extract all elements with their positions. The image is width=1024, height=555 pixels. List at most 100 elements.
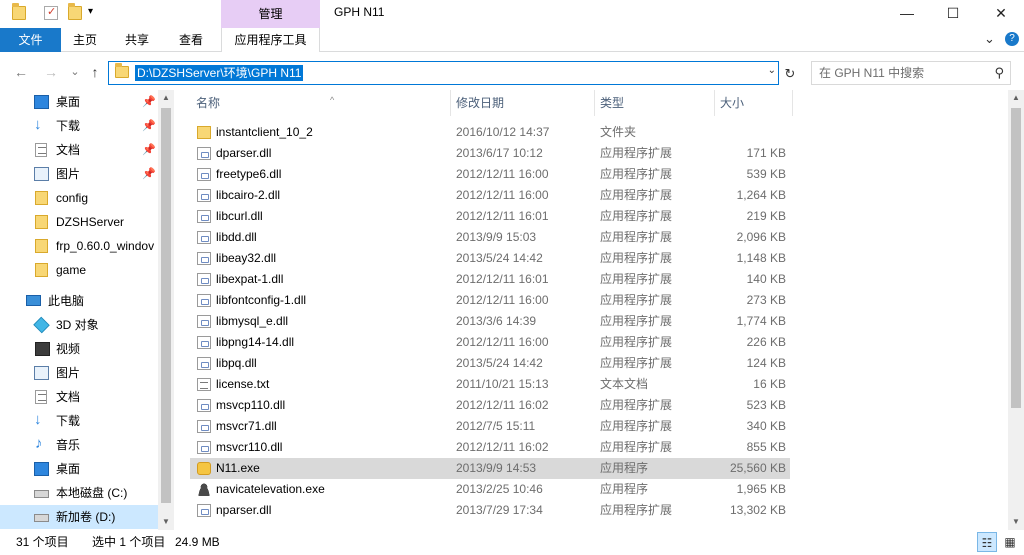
nav-item-downloads[interactable]: ↓ 下载 📌 <box>0 114 158 138</box>
back-button[interactable]: ← <box>12 63 30 81</box>
file-list-scroll-thumb[interactable] <box>1011 108 1021 408</box>
file-row[interactable]: license.txt 2011/10/21 15:13 文本文档 16 KB <box>190 374 790 395</box>
nav-item-documents-pc[interactable]: 文档 <box>0 385 158 409</box>
file-row[interactable]: libexpat-1.dll 2012/12/11 16:01 应用程序扩展 140 … <box>190 269 790 290</box>
tab-file[interactable]: 文件 <box>0 28 61 52</box>
file-type: 文本文档 <box>600 377 649 391</box>
nav-item-pictures[interactable]: 图片 📌 <box>0 162 158 186</box>
column-header-name[interactable]: 名称 ^ <box>190 90 450 116</box>
address-bar[interactable]: D:\DZSHServer\环境\GPH N11 ⌄ <box>108 61 779 85</box>
file-size: 1,965 KB <box>736 482 786 496</box>
nav-item-drive-d[interactable]: 新加卷 (D:) <box>0 505 158 529</box>
nav-item-pictures-pc[interactable]: 图片 <box>0 361 158 385</box>
minimize-button[interactable]: — <box>884 0 930 28</box>
file-row[interactable]: msvcr71.dll 2012/7/5 15:11 应用程序扩展 340 KB <box>190 416 790 437</box>
close-button[interactable]: ✕ <box>978 0 1024 28</box>
column-header-date[interactable]: 修改日期 <box>450 90 594 116</box>
folder-icon <box>115 63 129 78</box>
expand-ribbon-icon[interactable]: ⌄ <box>984 31 995 47</box>
nav-item-label: DZSHServer <box>56 215 125 229</box>
search-input[interactable] <box>812 62 988 84</box>
large-icons-view-button[interactable]: ▦ <box>1000 532 1020 552</box>
nav-item-videos[interactable]: 视频 <box>0 337 158 361</box>
search-icon[interactable]: ⚲ <box>994 65 1004 81</box>
nav-item-label: 3D 对象 <box>56 318 99 332</box>
tab-home[interactable]: 主页 <box>62 28 108 52</box>
scroll-up-icon[interactable]: ▲ <box>1008 90 1024 106</box>
nav-item-music[interactable]: ♪ 音乐 <box>0 433 158 457</box>
file-name: libpng14-14.dll <box>216 335 295 349</box>
file-row[interactable]: libeay32.dll 2013/5/24 14:42 应用程序扩展 1,148 K… <box>190 248 790 269</box>
forward-button[interactable]: → <box>42 63 60 81</box>
tab-share[interactable]: 共享 <box>114 28 160 52</box>
address-dropdown-icon[interactable]: ⌄ <box>768 65 776 76</box>
video-icon <box>35 342 50 356</box>
file-row[interactable]: libcurl.dll 2012/12/11 16:01 应用程序扩展 219 KB <box>190 206 790 227</box>
nav-item-documents[interactable]: 文档 📌 <box>0 138 158 162</box>
quick-access-dropdown-icon[interactable]: ▾ <box>88 6 93 17</box>
file-name: nparser.dll <box>216 503 272 517</box>
help-icon[interactable]: ? <box>1005 32 1019 46</box>
nav-item-drive-c[interactable]: 本地磁盘 (C:) <box>0 481 158 505</box>
file-date: 2012/12/11 16:00 <box>456 188 549 202</box>
tab-application-tools[interactable]: 应用程序工具 <box>221 28 320 53</box>
file-row[interactable]: nparser.dll 2013/7/29 17:34 应用程序扩展 13,302 K… <box>190 500 790 521</box>
file-name: freetype6.dll <box>216 167 282 181</box>
file-list-scrollbar[interactable]: ▲ ▼ <box>1008 90 1024 530</box>
scroll-down-icon[interactable]: ▼ <box>1008 514 1024 530</box>
file-row[interactable]: dparser.dll 2013/6/17 10:12 应用程序扩展 171 KB <box>190 143 790 164</box>
file-row[interactable]: libpng14-14.dll 2012/12/11 16:00 应用程序扩展 226… <box>190 332 790 353</box>
up-button[interactable]: ↑ <box>86 63 104 81</box>
file-row[interactable]: navicatelevation.exe 2013/2/25 10:46 应用程序 1… <box>190 479 790 500</box>
scroll-down-icon[interactable]: ▼ <box>158 514 174 530</box>
nav-item-label: 图片 <box>56 366 81 380</box>
nav-item-game[interactable]: game <box>0 258 158 282</box>
recent-locations-button[interactable]: ⌄ <box>66 63 84 81</box>
file-type: 应用程序扩展 <box>600 503 673 517</box>
address-path[interactable]: D:\DZSHServer\环境\GPH N11 <box>135 65 304 81</box>
tab-view[interactable]: 查看 <box>168 28 214 52</box>
nav-item-dzshserver[interactable]: DZSHServer <box>0 210 158 234</box>
properties-icon[interactable]: ✓ <box>44 6 58 20</box>
column-separator[interactable] <box>792 90 793 116</box>
folder-icon <box>35 239 48 253</box>
details-view-button[interactable]: ☷ <box>977 532 997 552</box>
file-row[interactable]: msvcp110.dll 2012/12/11 16:02 应用程序扩展 523 KB <box>190 395 790 416</box>
nav-scrollbar[interactable]: ▲ ▼ <box>158 90 174 530</box>
file-row[interactable]: freetype6.dll 2012/12/11 16:00 应用程序扩展 539 K… <box>190 164 790 185</box>
file-row[interactable]: msvcr110.dll 2012/12/11 16:02 应用程序扩展 855 KB <box>190 437 790 458</box>
computer-icon <box>26 295 41 306</box>
scroll-up-icon[interactable]: ▲ <box>158 90 174 106</box>
file-row[interactable]: instantclient_10_2 2016/10/12 14:37 文件夹 <box>190 122 790 143</box>
search-box[interactable]: ⚲ <box>811 61 1011 85</box>
file-row[interactable]: libpq.dll 2013/5/24 14:42 应用程序扩展 124 KB <box>190 353 790 374</box>
file-row[interactable]: libmysql_e.dll 2013/3/6 14:39 应用程序扩展 1,774 … <box>190 311 790 332</box>
file-row[interactable]: libcairo-2.dll 2012/12/11 16:00 应用程序扩展 1,26… <box>190 185 790 206</box>
file-row[interactable]: N11.exe 2013/9/9 14:53 应用程序 25,560 KB <box>190 458 790 479</box>
file-row[interactable]: libfontconfig-1.dll 2012/12/11 16:00 应用程序扩… <box>190 290 790 311</box>
file-type: 应用程序扩展 <box>600 335 673 349</box>
nav-item-desktop[interactable]: 桌面 📌 <box>0 90 158 114</box>
nav-item-desktop-pc[interactable]: 桌面 <box>0 457 158 481</box>
file-type: 应用程序扩展 <box>600 293 673 307</box>
pin-icon[interactable]: 📌 <box>142 90 156 114</box>
maximize-button[interactable]: ☐ <box>930 0 976 28</box>
file-row[interactable]: libdd.dll 2013/9/9 15:03 应用程序扩展 2,096 KB <box>190 227 790 248</box>
nav-item-downloads-pc[interactable]: ↓ 下载 <box>0 409 158 433</box>
file-size: 273 KB <box>746 293 786 307</box>
nav-item-frp[interactable]: frp_0.60.0_windov <box>0 234 158 258</box>
pin-icon[interactable]: 📌 <box>142 114 156 138</box>
tab-manage[interactable]: 管理 <box>221 0 320 28</box>
nav-item-config[interactable]: config <box>0 186 158 210</box>
nav-scroll-thumb[interactable] <box>161 108 171 503</box>
pin-icon[interactable]: 📌 <box>142 162 156 186</box>
dll-file-icon <box>197 399 211 412</box>
column-header-size[interactable]: 大小 <box>714 90 792 116</box>
new-folder-icon[interactable] <box>68 3 82 20</box>
refresh-button[interactable]: ↻ <box>781 63 799 85</box>
nav-item-this-pc[interactable]: 此电脑 <box>0 289 158 313</box>
nav-item-3d-objects[interactable]: 3D 对象 <box>0 313 158 337</box>
column-header-type[interactable]: 类型 <box>594 90 714 116</box>
pin-icon[interactable]: 📌 <box>142 138 156 162</box>
selected-size: 24.9 MB <box>175 535 220 549</box>
